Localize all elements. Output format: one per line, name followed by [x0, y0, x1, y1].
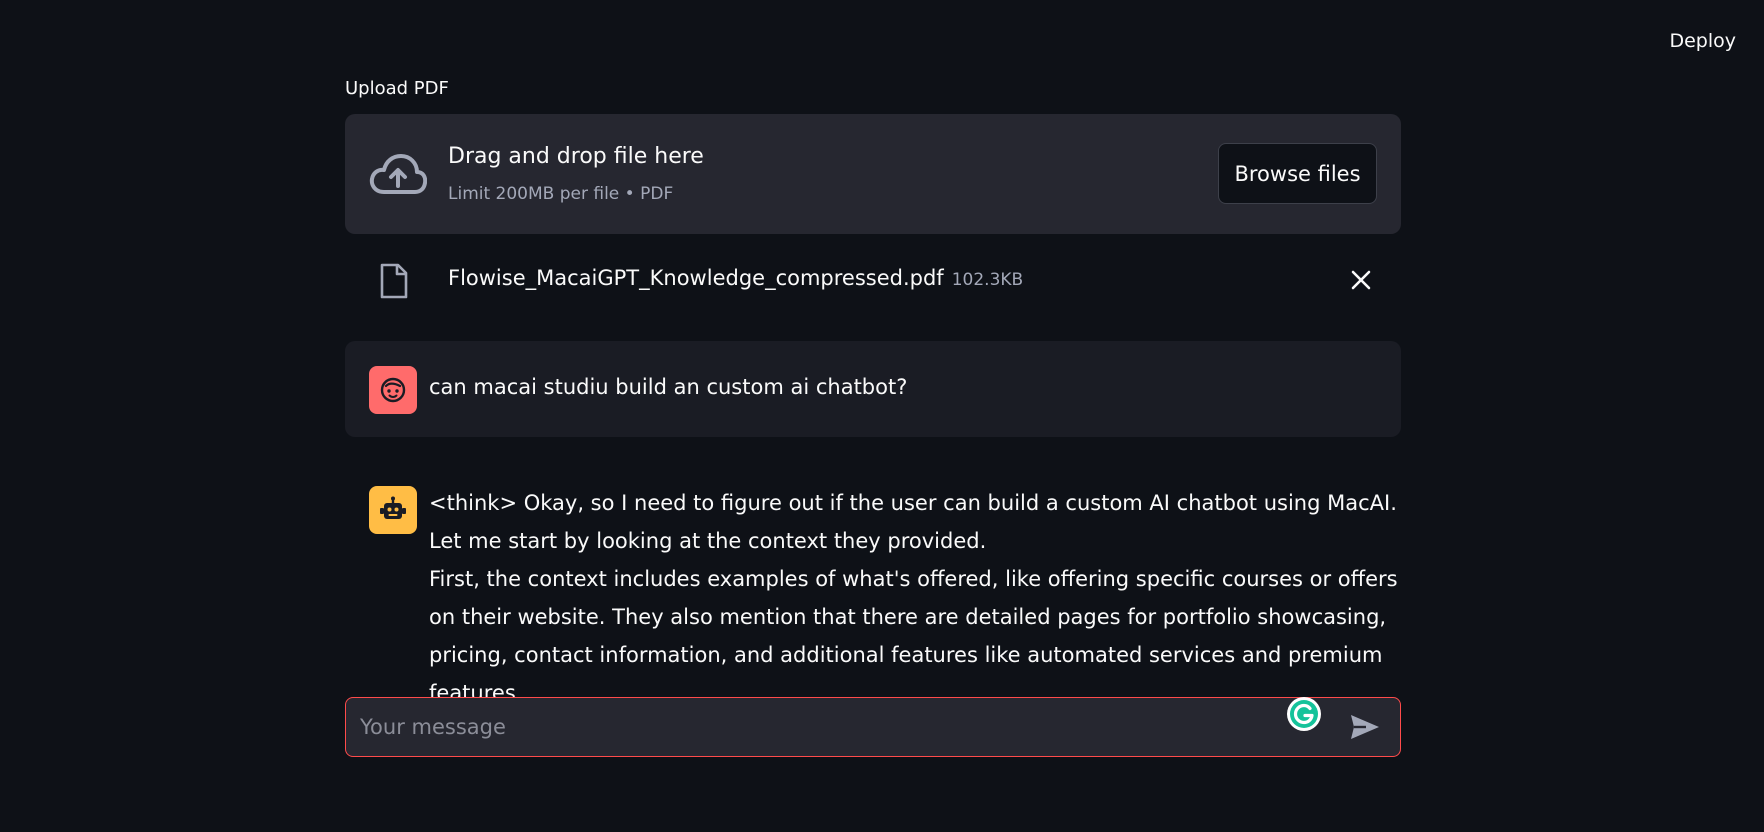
assistant-paragraph: <think> Okay, so I need to figure out if…	[429, 491, 1397, 553]
uploaded-file-row: Flowise_MacaiGPT_Knowledge_compressed.pd…	[345, 256, 1401, 306]
cloud-upload-icon	[369, 154, 427, 194]
assistant-avatar	[369, 486, 417, 534]
file-name-text: Flowise_MacaiGPT_Knowledge_compressed.pd…	[448, 266, 944, 290]
file-name: Flowise_MacaiGPT_Knowledge_compressed.pd…	[448, 266, 1023, 290]
robot-icon	[380, 496, 406, 519]
dropzone-limit: Limit 200MB per file • PDF	[448, 184, 674, 204]
send-icon[interactable]	[1350, 714, 1380, 740]
chat-input-box	[345, 697, 1401, 757]
file-icon	[380, 263, 408, 299]
assistant-message: <think> Okay, so I need to figure out if…	[345, 484, 1401, 705]
message-input[interactable]	[358, 698, 1258, 756]
user-message: can macai studiu build an custom ai chat…	[345, 341, 1401, 437]
upload-label: Upload PDF	[345, 78, 449, 99]
dropzone-title: Drag and drop file here	[448, 144, 704, 169]
deploy-button[interactable]: Deploy	[1669, 30, 1736, 52]
close-icon[interactable]	[1349, 268, 1373, 292]
assistant-message-text: <think> Okay, so I need to figure out if…	[429, 484, 1399, 712]
browse-files-button[interactable]: Browse files	[1218, 143, 1377, 204]
grammarly-icon[interactable]	[1286, 696, 1322, 732]
file-dropzone[interactable]: Drag and drop file here Limit 200MB per …	[345, 114, 1401, 234]
user-face-icon	[380, 377, 406, 403]
user-avatar	[369, 366, 417, 414]
file-size: 102.3KB	[951, 270, 1024, 290]
user-message-text: can macai studiu build an custom ai chat…	[429, 375, 908, 399]
assistant-paragraph: First, the context includes examples of …	[429, 567, 1398, 705]
